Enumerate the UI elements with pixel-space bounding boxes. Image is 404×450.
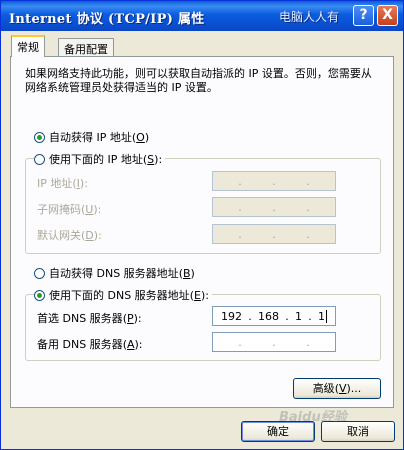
ok-button[interactable]: 确定	[241, 421, 315, 442]
ip-address-label: IP 地址(I):	[37, 177, 88, 190]
default-gateway-field: ...	[212, 224, 336, 244]
preferred-dns-octet-3: 1	[295, 309, 302, 323]
preferred-dns-octet-1: 192	[221, 309, 242, 323]
description-text: 如果网络支持此功能，则可以获取自动指派的 IP 设置。否则，您需要从网络系统管理…	[25, 67, 372, 94]
advanced-button[interactable]: 高级(V)...	[293, 378, 381, 399]
tab-alternate-config-label: 备用配置	[64, 43, 108, 56]
preferred-dns-octet-2: 168	[258, 309, 279, 323]
watermark-top: 电脑人人有	[279, 10, 340, 24]
ip-auto-radio[interactable]	[34, 131, 45, 143]
dns-manual-option[interactable]: 使用下面的 DNS 服务器地址(E):	[34, 287, 212, 303]
preferred-dns-field[interactable]: 192. 168. 1. 1	[212, 306, 336, 326]
ip-manual-option[interactable]: 使用下面的 IP 地址(S):	[34, 151, 166, 167]
dns-auto-radio[interactable]	[34, 267, 45, 279]
dialog-window: Internet 协议 (TCP/IP) 属性 电脑人人有 ? X 常规 备用配…	[0, 0, 404, 450]
ip-auto-option[interactable]: 自动获得 IP 地址(O)	[34, 129, 149, 145]
ip-manual-label: 使用下面的 IP 地址(S):	[49, 153, 163, 166]
cancel-button[interactable]: 取消	[321, 421, 395, 442]
tab-general-label: 常规	[17, 41, 39, 54]
window-title: Internet 协议 (TCP/IP) 属性	[9, 12, 205, 27]
alternate-dns-label: 备用 DNS 服务器(A):	[37, 338, 143, 351]
subnet-mask-label: 子网掩码(U):	[37, 203, 102, 216]
help-button[interactable]: ?	[353, 5, 374, 26]
general-panel: 如果网络支持此功能，则可以获取自动指派的 IP 设置。否则，您需要从网络系统管理…	[10, 56, 394, 408]
title-bar[interactable]: Internet 协议 (TCP/IP) 属性 电脑人人有 ? X	[1, 1, 403, 31]
dns-auto-label: 自动获得 DNS 服务器地址(B)	[49, 267, 195, 280]
default-gateway-label: 默认网关(D):	[37, 229, 102, 242]
ip-manual-radio[interactable]	[34, 153, 45, 165]
dns-auto-option[interactable]: 自动获得 DNS 服务器地址(B)	[34, 265, 195, 281]
close-button[interactable]: X	[377, 5, 398, 26]
preferred-dns-octet-4: 1	[318, 309, 327, 323]
preferred-dns-label: 首选 DNS 服务器(P):	[37, 312, 142, 325]
dns-manual-label: 使用下面的 DNS 服务器地址(E):	[49, 289, 209, 302]
ip-auto-label: 自动获得 IP 地址(O)	[49, 131, 150, 144]
dns-manual-radio[interactable]	[34, 289, 45, 301]
subnet-mask-field: ...	[212, 197, 336, 217]
tab-alternate-config[interactable]: 备用配置	[58, 38, 114, 56]
ip-address-field: ...	[212, 171, 336, 191]
tab-general[interactable]: 常规	[11, 35, 45, 57]
alternate-dns-field[interactable]: ...	[212, 332, 336, 352]
